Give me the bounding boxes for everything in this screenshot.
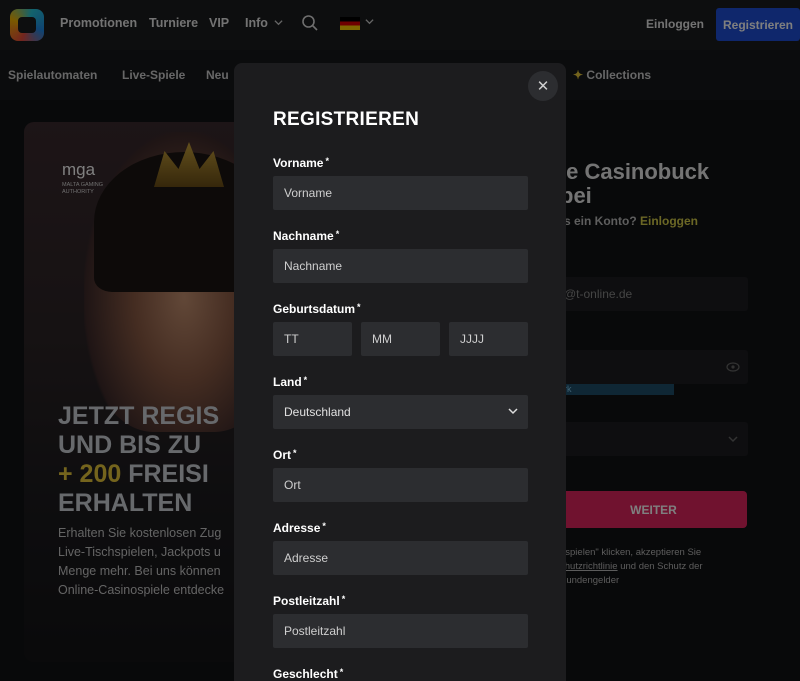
land-label-text: Land: [273, 375, 302, 389]
required-mark: *: [341, 594, 346, 604]
postleitzahl-label-text: Postleitzahl: [273, 594, 340, 608]
geburtsdatum-label-text: Geburtsdatum: [273, 302, 356, 316]
nachname-label-text: Nachname: [273, 229, 334, 243]
adresse-label-text: Adresse: [273, 521, 321, 535]
ort-label: Ort *: [273, 448, 297, 462]
postleitzahl-input[interactable]: [273, 614, 528, 648]
ort-input[interactable]: [273, 468, 528, 502]
land-label: Land *: [273, 375, 307, 389]
geschlecht-label: Geschlecht *: [273, 667, 343, 681]
postleitzahl-label: Postleitzahl *: [273, 594, 345, 608]
close-icon[interactable]: ✕: [528, 71, 558, 101]
vorname-input[interactable]: [273, 176, 528, 210]
required-mark: *: [322, 521, 326, 531]
required-mark: *: [303, 375, 308, 385]
required-mark: *: [339, 667, 344, 677]
registration-modal: ✕ REGISTRIEREN Vorname* Nachname* Geburt…: [234, 63, 566, 681]
birth-day-input[interactable]: [273, 322, 352, 356]
vorname-label-text: Vorname: [273, 156, 324, 170]
required-mark: *: [293, 448, 297, 458]
required-mark: *: [357, 302, 361, 312]
nachname-label: Nachname *: [273, 229, 339, 243]
geburtsdatum-label: Geburtsdatum *: [273, 302, 361, 316]
chevron-down-icon: [508, 408, 518, 415]
birth-month-input[interactable]: [361, 322, 440, 356]
ort-label-text: Ort: [273, 448, 291, 462]
land-select-value: Deutschland: [284, 405, 351, 419]
geschlecht-label-text: Geschlecht: [273, 667, 338, 681]
nachname-input[interactable]: [273, 249, 528, 283]
required-mark: *: [325, 156, 329, 166]
adresse-input[interactable]: [273, 541, 528, 575]
modal-title: REGISTRIEREN: [273, 109, 420, 130]
land-select[interactable]: Deutschland: [273, 395, 528, 429]
adresse-label: Adresse *: [273, 521, 326, 535]
required-mark: *: [335, 229, 340, 239]
vorname-label: Vorname *: [273, 156, 329, 170]
birth-year-input[interactable]: [449, 322, 528, 356]
